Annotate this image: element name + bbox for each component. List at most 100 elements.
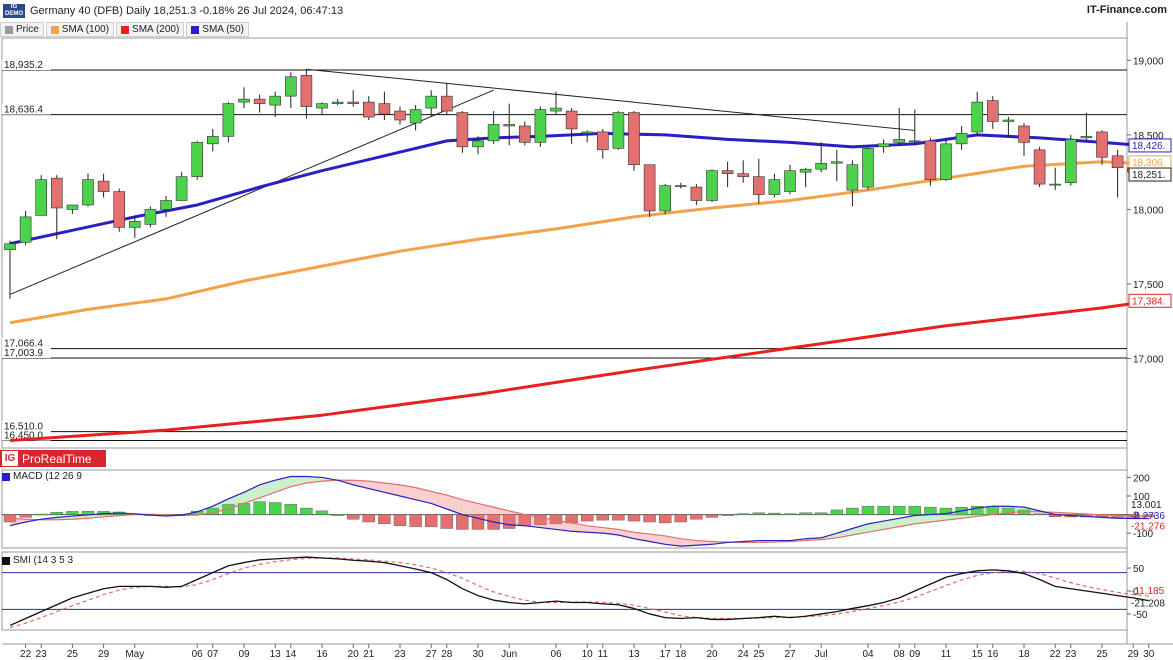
candle[interactable] bbox=[113, 191, 125, 228]
macd-histogram-bar[interactable] bbox=[393, 514, 407, 526]
candle[interactable] bbox=[674, 185, 687, 187]
candle[interactable] bbox=[955, 133, 968, 145]
macd-histogram-bar[interactable] bbox=[861, 506, 875, 515]
candle[interactable] bbox=[1065, 139, 1077, 183]
macd-histogram-bar[interactable] bbox=[315, 510, 329, 515]
candle[interactable] bbox=[628, 112, 640, 166]
macd-histogram-bar[interactable] bbox=[627, 514, 641, 522]
macd-histogram-bar[interactable] bbox=[674, 514, 687, 523]
candle[interactable] bbox=[799, 168, 812, 173]
macd-histogram-bar[interactable] bbox=[752, 512, 765, 515]
candle[interactable] bbox=[425, 95, 438, 109]
macd-histogram-bar[interactable] bbox=[830, 509, 843, 515]
candle[interactable] bbox=[877, 143, 890, 148]
candle[interactable] bbox=[924, 140, 937, 180]
candle[interactable] bbox=[1002, 119, 1015, 122]
macd-histogram-bar[interactable] bbox=[362, 514, 375, 523]
chart-canvas[interactable]: 17,00017,50018,00018,50019,00018,935.218… bbox=[0, 0, 1173, 660]
candle[interactable] bbox=[409, 109, 422, 124]
macd-histogram-bar[interactable] bbox=[893, 506, 906, 515]
macd-histogram-bar[interactable] bbox=[877, 506, 890, 515]
macd-histogram-bar[interactable] bbox=[596, 514, 609, 521]
candle[interactable] bbox=[440, 95, 453, 112]
candle[interactable] bbox=[784, 170, 796, 192]
candle[interactable] bbox=[175, 176, 188, 201]
macd-histogram-bar[interactable] bbox=[783, 513, 797, 515]
macd-histogram-bar[interactable] bbox=[815, 512, 828, 515]
candle[interactable] bbox=[1096, 131, 1108, 158]
macd-histogram-bar[interactable] bbox=[799, 512, 812, 515]
candle[interactable] bbox=[253, 98, 266, 104]
candle[interactable] bbox=[35, 179, 48, 216]
macd-histogram-bar[interactable] bbox=[19, 514, 32, 518]
macd-histogram-bar[interactable] bbox=[35, 513, 48, 516]
candle[interactable] bbox=[1018, 125, 1030, 143]
macd-histogram-bar[interactable] bbox=[284, 504, 297, 515]
candle[interactable] bbox=[830, 161, 843, 164]
macd-histogram-bar[interactable] bbox=[347, 514, 360, 520]
macd-histogram-bar[interactable] bbox=[409, 514, 422, 527]
candle[interactable] bbox=[815, 162, 828, 170]
candle[interactable] bbox=[129, 221, 141, 228]
candle[interactable] bbox=[222, 103, 235, 137]
candle[interactable] bbox=[518, 125, 531, 143]
candle[interactable] bbox=[82, 179, 94, 206]
macd-histogram-bar[interactable] bbox=[1033, 513, 1046, 515]
candle[interactable] bbox=[1111, 155, 1124, 169]
candle[interactable] bbox=[50, 177, 63, 209]
candle[interactable] bbox=[721, 170, 734, 174]
macd-histogram-bar[interactable] bbox=[721, 514, 734, 516]
candle[interactable] bbox=[706, 170, 718, 201]
macd-histogram-bar[interactable] bbox=[269, 502, 282, 515]
candle[interactable] bbox=[565, 110, 578, 130]
candle[interactable] bbox=[846, 164, 859, 191]
candle[interactable] bbox=[362, 101, 375, 118]
candle[interactable] bbox=[19, 216, 32, 243]
candle[interactable] bbox=[986, 100, 999, 122]
macd-histogram-bar[interactable] bbox=[300, 507, 313, 515]
candle[interactable] bbox=[331, 101, 344, 104]
macd-histogram-bar[interactable] bbox=[659, 514, 672, 524]
macd-histogram-bar[interactable] bbox=[612, 514, 625, 521]
candle[interactable] bbox=[1049, 183, 1061, 186]
macd-histogram-bar[interactable] bbox=[581, 514, 594, 522]
candle[interactable] bbox=[191, 142, 203, 177]
candle[interactable] bbox=[768, 179, 781, 195]
candle[interactable] bbox=[659, 185, 672, 212]
macd-histogram-bar[interactable] bbox=[768, 512, 781, 515]
candle[interactable] bbox=[1033, 149, 1046, 185]
candle[interactable] bbox=[207, 136, 219, 145]
candle[interactable] bbox=[284, 76, 297, 97]
macd-histogram-bar[interactable] bbox=[253, 501, 266, 515]
candle[interactable] bbox=[690, 186, 703, 201]
macd-histogram-bar[interactable] bbox=[331, 514, 344, 516]
candle[interactable] bbox=[487, 124, 500, 142]
candle[interactable] bbox=[596, 131, 609, 151]
candle[interactable] bbox=[534, 109, 547, 143]
candle[interactable] bbox=[893, 139, 906, 143]
candle[interactable] bbox=[862, 148, 874, 188]
macd-histogram-bar[interactable] bbox=[378, 514, 391, 525]
macd-histogram-bar[interactable] bbox=[440, 514, 453, 529]
macd-histogram-bar[interactable] bbox=[643, 514, 656, 523]
candle[interactable] bbox=[300, 74, 313, 107]
candle[interactable] bbox=[66, 204, 79, 210]
candle[interactable] bbox=[456, 112, 469, 148]
candle[interactable] bbox=[752, 176, 765, 195]
candle[interactable] bbox=[4, 243, 16, 251]
macd-histogram-bar[interactable] bbox=[456, 514, 469, 530]
candle[interactable] bbox=[347, 101, 360, 104]
candle[interactable] bbox=[97, 180, 110, 192]
macd-histogram-bar[interactable] bbox=[846, 507, 859, 515]
candle[interactable] bbox=[971, 101, 984, 133]
candle[interactable] bbox=[269, 95, 282, 106]
macd-histogram-bar[interactable] bbox=[50, 511, 63, 515]
candle[interactable] bbox=[612, 112, 625, 149]
candle[interactable] bbox=[160, 200, 172, 210]
candle[interactable] bbox=[550, 107, 562, 112]
candle[interactable] bbox=[908, 140, 921, 143]
candle[interactable] bbox=[940, 143, 952, 180]
macd-histogram-bar[interactable] bbox=[690, 514, 703, 520]
candle[interactable] bbox=[1080, 136, 1093, 139]
candle[interactable] bbox=[394, 110, 406, 121]
